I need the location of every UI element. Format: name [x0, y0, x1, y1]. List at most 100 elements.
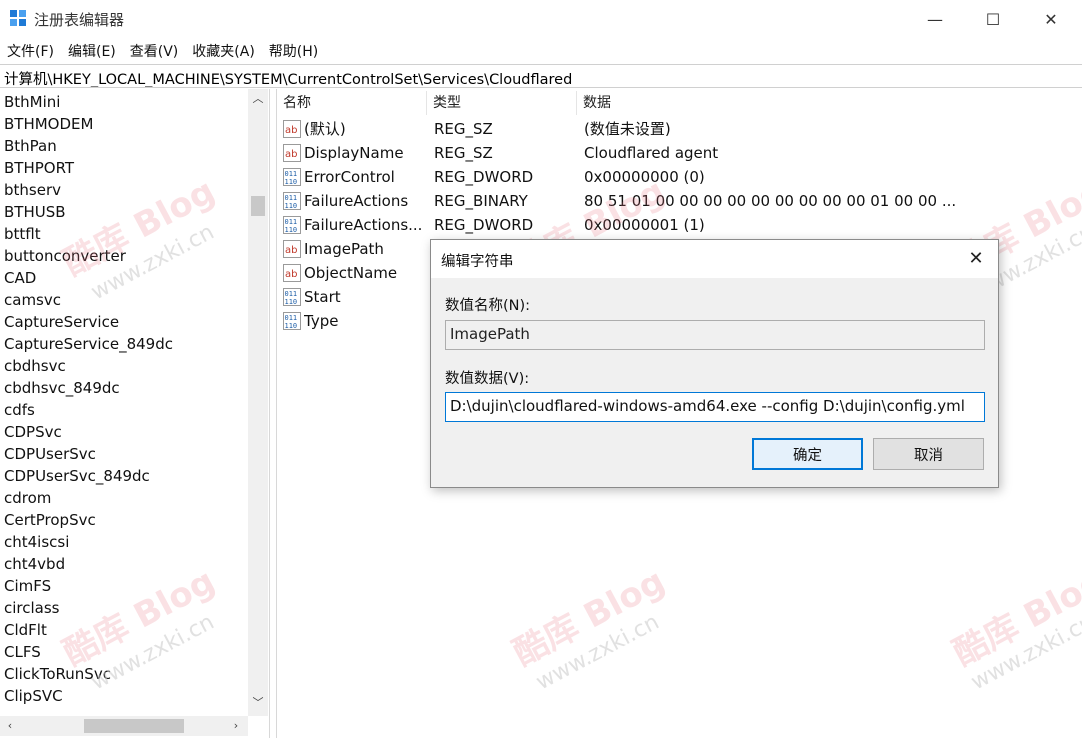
- minimize-button[interactable]: —: [906, 0, 964, 38]
- tree-item[interactable]: CAD: [0, 267, 248, 289]
- scroll-left-icon[interactable]: ‹: [0, 716, 20, 736]
- tree-item[interactable]: bthserv: [0, 179, 248, 201]
- tree-item[interactable]: cbdhsvc: [0, 355, 248, 377]
- value-name: ErrorControl: [304, 168, 395, 186]
- tree-item[interactable]: cht4vbd: [0, 553, 248, 575]
- value-row[interactable]: ab DisplayName REG_SZ Cloudflared agent: [277, 141, 1082, 165]
- tree-horizontal-scrollbar[interactable]: ‹ ›: [0, 716, 248, 736]
- value-type: REG_DWORD: [434, 216, 534, 234]
- dword-value-icon: 011110: [283, 192, 301, 210]
- dword-value-icon: 011110: [283, 288, 301, 306]
- value-name: FailureActions: [304, 192, 409, 210]
- tree-item[interactable]: cdrom: [0, 487, 248, 509]
- menu-help[interactable]: 帮助(H): [262, 38, 325, 62]
- tree-item[interactable]: ClipSVC: [0, 685, 248, 707]
- value-name: Type: [304, 312, 339, 330]
- svg-text:ab: ab: [285, 149, 297, 160]
- tree-item[interactable]: circlass: [0, 597, 248, 619]
- minimize-icon: —: [927, 9, 943, 29]
- tree-item[interactable]: BthPan: [0, 135, 248, 157]
- value-name: (默认): [304, 120, 346, 138]
- menu-favorites[interactable]: 收藏夹(A): [185, 38, 262, 62]
- tree-item[interactable]: CLFS: [0, 641, 248, 663]
- values-list-header: 名称 类型 数据: [277, 91, 1082, 115]
- value-data-input[interactable]: D:\dujin\cloudflared-windows-amd64.exe -…: [445, 392, 985, 422]
- tree-item[interactable]: CaptureService_849dc: [0, 333, 248, 355]
- tree-horizontal-scroll-thumb[interactable]: [84, 719, 184, 733]
- dword-value-icon: 011110: [283, 168, 301, 186]
- value-data: Cloudflared agent: [584, 144, 719, 162]
- tree-item[interactable]: CertPropSvc: [0, 509, 248, 531]
- tree-item[interactable]: BthMini: [0, 91, 248, 113]
- tree-item[interactable]: buttonconverter: [0, 245, 248, 267]
- dialog-title-bar: 编辑字符串 ✕: [431, 240, 998, 278]
- title-bar: 注册表编辑器 — ☐ ✕: [0, 0, 1082, 38]
- tree-item[interactable]: ClickToRunSvc: [0, 663, 248, 685]
- dword-value-icon: 011110: [283, 216, 301, 234]
- tree-item[interactable]: BTHMODEM: [0, 113, 248, 135]
- column-header-data[interactable]: 数据: [577, 91, 1082, 115]
- value-data: (数值未设置): [584, 120, 671, 138]
- close-window-button[interactable]: ✕: [1022, 0, 1080, 38]
- menu-bar: 文件(F) 编辑(E) 查看(V) 收藏夹(A) 帮助(H): [0, 38, 1082, 62]
- svg-text:110: 110: [285, 298, 298, 306]
- value-type: REG_BINARY: [434, 192, 528, 210]
- svg-text:110: 110: [285, 322, 298, 330]
- svg-text:110: 110: [285, 178, 298, 186]
- menu-view[interactable]: 查看(V): [123, 38, 186, 62]
- maximize-icon: ☐: [985, 9, 1001, 29]
- tree-item[interactable]: cbdhsvc_849dc: [0, 377, 248, 399]
- cancel-button[interactable]: 取消: [873, 438, 984, 470]
- dword-value-icon: 011110: [283, 312, 301, 330]
- svg-text:110: 110: [285, 226, 298, 234]
- scroll-right-icon[interactable]: ›: [226, 716, 246, 736]
- tree-vertical-scroll-thumb[interactable]: [251, 196, 265, 216]
- ok-button[interactable]: 确定: [752, 438, 863, 470]
- tree-vertical-scrollbar[interactable]: ︿ ﹀: [248, 89, 268, 716]
- menu-file[interactable]: 文件(F): [0, 38, 61, 62]
- value-name: Start: [304, 288, 341, 306]
- column-header-type[interactable]: 类型: [427, 91, 577, 115]
- edit-string-dialog: 编辑字符串 ✕ 数值名称(N): ImagePath 数值数据(V): D:\d…: [430, 239, 999, 488]
- address-bar[interactable]: 计算机\HKEY_LOCAL_MACHINE\SYSTEM\CurrentCon…: [0, 64, 1082, 88]
- value-data: 80 51 01 00 00 00 00 00 00 00 00 00 01 0…: [584, 192, 957, 210]
- value-name-label: 数值名称(N):: [445, 298, 531, 314]
- value-row[interactable]: 011 110 ErrorControl REG_DWORD 0x00000000 (0…: [277, 165, 1082, 189]
- tree-item[interactable]: BTHUSB: [0, 201, 248, 223]
- registry-editor-icon: [10, 10, 26, 26]
- value-row[interactable]: ab (默认) REG_SZ (数值未设置): [277, 117, 1082, 141]
- tree-item[interactable]: CldFlt: [0, 619, 248, 641]
- tree-item[interactable]: CDPSvc: [0, 421, 248, 443]
- tree-item[interactable]: CDPUserSvc: [0, 443, 248, 465]
- tree-item[interactable]: cdfs: [0, 399, 248, 421]
- svg-text:011: 011: [285, 170, 298, 178]
- tree-item[interactable]: camsvc: [0, 289, 248, 311]
- value-row[interactable]: 011 110 FailureActions... REG_DWORD 0x000000…: [277, 213, 1082, 237]
- value-name: DisplayName: [304, 144, 404, 162]
- tree-item[interactable]: CimFS: [0, 575, 248, 597]
- menu-edit[interactable]: 编辑(E): [61, 38, 123, 62]
- column-header-name[interactable]: 名称: [277, 91, 427, 115]
- value-type: REG_SZ: [434, 144, 493, 162]
- svg-text:ab: ab: [285, 269, 297, 280]
- svg-text:011: 011: [285, 218, 298, 226]
- close-icon: ✕: [968, 248, 984, 269]
- svg-text:ab: ab: [285, 245, 297, 256]
- tree-item[interactable]: cht4iscsi: [0, 531, 248, 553]
- window-title: 注册表编辑器: [34, 11, 125, 29]
- value-row[interactable]: 011 110 FailureActions REG_BINARY 80 51 01 0…: [277, 189, 1082, 213]
- scroll-down-icon[interactable]: ﹀: [248, 693, 268, 713]
- tree-item[interactable]: CaptureService: [0, 311, 248, 333]
- string-value-icon: ab: [283, 264, 301, 282]
- tree-item[interactable]: bttflt: [0, 223, 248, 245]
- value-name: ImagePath: [304, 240, 384, 258]
- tree-item[interactable]: BTHPORT: [0, 157, 248, 179]
- close-icon: ✕: [1044, 9, 1058, 29]
- svg-text:110: 110: [285, 202, 298, 210]
- maximize-button[interactable]: ☐: [964, 0, 1022, 38]
- string-value-icon: ab: [283, 144, 301, 162]
- value-data: 0x00000000 (0): [584, 168, 705, 186]
- scroll-up-icon[interactable]: ︿: [248, 89, 268, 109]
- tree-item[interactable]: CDPUserSvc_849dc: [0, 465, 248, 487]
- dialog-close-button[interactable]: ✕: [963, 246, 989, 272]
